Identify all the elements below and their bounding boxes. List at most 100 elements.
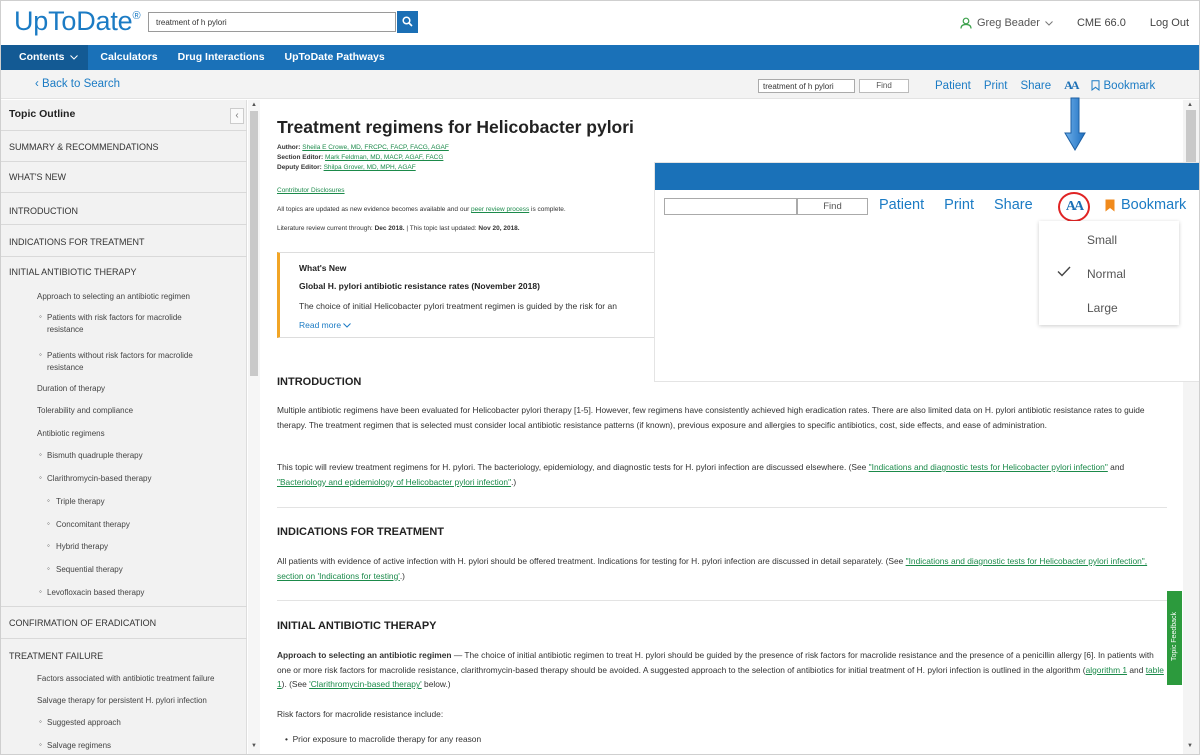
paragraph-text: This topic will review treatment regimen…	[277, 462, 869, 472]
outline-item[interactable]: Levofloxacin based therapy	[47, 587, 144, 598]
scroll-up-icon[interactable]: ▲	[251, 102, 257, 108]
topic-actions: Patient Print Share AA Bookmark	[935, 78, 1155, 93]
share-link[interactable]: Share	[1020, 80, 1051, 92]
find-button[interactable]: Find	[797, 198, 868, 215]
paragraph-text: below.)	[421, 679, 451, 690]
font-size-icon[interactable]: AA	[1064, 78, 1079, 93]
section-editor-link[interactable]: Mark Feldman, MD, MACP, AGAF, FACG	[325, 154, 443, 161]
paragraph-text: All patients with evidence of active inf…	[277, 556, 906, 566]
find-in-topic-input[interactable]	[664, 198, 797, 215]
topic-outline-sidebar: Topic Outline ‹ SUMMARY & RECOMMENDATION…	[1, 100, 247, 754]
clarithromycin-link[interactable]: 'Clarithromycin-based therapy'	[309, 679, 422, 689]
outline-whats-new[interactable]: WHAT'S NEW	[1, 172, 247, 182]
search-input[interactable]	[148, 12, 396, 32]
outline-item[interactable]: Sequential therapy	[56, 564, 123, 575]
outline-item[interactable]: Duration of therapy	[37, 383, 105, 394]
initial-therapy-heading: INITIAL ANTIBIOTIC THERAPY	[277, 620, 437, 632]
outline-item[interactable]: Clarithromycin-based therapy	[47, 473, 152, 484]
outline-item[interactable]: Approach to selecting an antibiotic regi…	[37, 291, 190, 302]
back-to-search-link[interactable]: ‹ Back to Search	[35, 78, 120, 90]
print-link[interactable]: Print	[984, 80, 1008, 92]
bacteriology-link[interactable]: "Bacteriology and epidemiology of Helico…	[277, 477, 511, 487]
outline-item-cont[interactable]: resistance	[47, 324, 83, 335]
nav-contents-label: Contents	[19, 51, 65, 63]
subsection-title: Approach to selecting an antibiotic regi…	[277, 650, 452, 660]
bullet: ◦	[39, 587, 42, 596]
indications-paragraph: All patients with evidence of active inf…	[277, 554, 1167, 583]
disclosures-link[interactable]: Contributor Disclosures	[277, 187, 345, 194]
paragraph-text: .)	[511, 476, 517, 487]
patient-link[interactable]: Patient	[879, 197, 924, 213]
outline-summary[interactable]: SUMMARY & RECOMMENDATIONS	[1, 142, 247, 152]
scroll-down-icon[interactable]: ▼	[251, 743, 257, 749]
outline-confirmation[interactable]: CONFIRMATION OF ERADICATION	[1, 618, 247, 628]
outline-item[interactable]: Tolerability and compliance	[37, 405, 133, 416]
outline-indications[interactable]: INDICATIONS FOR TREATMENT	[1, 237, 247, 247]
indications-heading: INDICATIONS FOR TREATMENT	[277, 526, 445, 538]
nav-drug-interactions[interactable]: Drug Interactions	[168, 45, 275, 70]
user-menu[interactable]: Greg Beader	[960, 17, 1053, 29]
uptodate-logo[interactable]: UpToDate®	[14, 6, 141, 37]
deputy-editor-link[interactable]: Shilpa Grover, MD, MPH, AGAF	[324, 164, 416, 171]
outline-introduction[interactable]: INTRODUCTION	[1, 206, 247, 216]
search-icon	[402, 16, 413, 27]
bullet: ◦	[47, 496, 50, 505]
font-size-small[interactable]: Small	[1087, 233, 1117, 247]
patient-link[interactable]: Patient	[935, 80, 971, 92]
font-size-large[interactable]: Large	[1087, 301, 1118, 315]
print-link[interactable]: Print	[944, 197, 974, 213]
nav-contents[interactable]: Contents	[1, 45, 89, 70]
outline-item[interactable]: Triple therapy	[56, 496, 105, 507]
section-editor-label: Section Editor:	[277, 154, 324, 161]
bookmark-link[interactable]: Bookmark	[1091, 80, 1155, 92]
share-link[interactable]: Share	[994, 197, 1033, 213]
divider	[1, 161, 247, 162]
outline-item[interactable]: Salvage regimens	[47, 740, 111, 751]
read-more-link[interactable]: Read more	[299, 320, 352, 330]
algorithm-link[interactable]: algorithm 1	[1086, 665, 1127, 675]
indications-link[interactable]: "Indications and diagnostic tests for He…	[869, 462, 1108, 472]
nav-calculators[interactable]: Calculators	[88, 45, 167, 70]
collapse-outline-button[interactable]: ‹	[230, 108, 244, 124]
scroll-up-icon[interactable]: ▲	[1187, 102, 1193, 108]
outline-item[interactable]: Factors associated with antibiotic treat…	[37, 673, 214, 684]
outline-treatment-failure[interactable]: TREATMENT FAILURE	[1, 651, 247, 661]
find-button[interactable]: Find	[859, 79, 909, 93]
bookmark-link[interactable]: Bookmark	[1105, 197, 1186, 213]
outline-initial-therapy[interactable]: INITIAL ANTIBIOTIC THERAPY	[1, 267, 247, 277]
outline-item[interactable]: Hybrid therapy	[56, 541, 108, 552]
topic-feedback-tab[interactable]: Topic Feedback	[1167, 591, 1182, 685]
nav-pathways[interactable]: UpToDate Pathways	[275, 45, 395, 70]
checkmark-icon	[1057, 266, 1071, 277]
peer-review-link[interactable]: peer review process	[471, 206, 529, 213]
logout-link[interactable]: Log Out	[1150, 17, 1189, 29]
search-button[interactable]	[397, 11, 418, 33]
last-updated-date: Nov 20, 2018.	[478, 225, 520, 232]
topic-feedback-label: Topic Feedback	[1171, 611, 1178, 661]
outline-item[interactable]: Patients with risk factors for macrolide	[47, 312, 182, 323]
whats-new-box: What's New Global H. pylori antibiotic r…	[277, 252, 657, 338]
bullet: ◦	[47, 519, 50, 528]
scroll-down-icon[interactable]: ▼	[1187, 743, 1193, 749]
font-size-icon: AA	[1065, 199, 1084, 214]
divider	[1, 130, 247, 131]
bullet: ◦	[39, 717, 42, 726]
outline-item[interactable]: Concomitant therapy	[56, 519, 130, 530]
author-label: Author:	[277, 144, 301, 151]
outline-item[interactable]: Bismuth quadruple therapy	[47, 450, 143, 461]
outline-item[interactable]: Suggested approach	[47, 717, 121, 728]
paragraph-text: .)	[399, 570, 405, 581]
outline-item[interactable]: Antibiotic regimens	[37, 428, 105, 439]
callout-nav-bar	[655, 163, 1199, 190]
outline-item[interactable]: Salvage therapy for persistent H. pylori…	[37, 695, 207, 706]
outline-item-cont[interactable]: resistance	[47, 362, 83, 373]
main-nav: Contents Calculators Drug Interactions U…	[1, 45, 1199, 70]
cme-link[interactable]: CME 66.0	[1077, 17, 1126, 29]
outline-item[interactable]: Patients without risk factors for macrol…	[47, 350, 193, 361]
sidebar-scroll-thumb[interactable]	[250, 111, 258, 376]
author-link[interactable]: Sheila E Crowe, MD, FRCPC, FACP, FACG, A…	[302, 144, 449, 151]
font-size-button-highlighted[interactable]: AA	[1058, 192, 1090, 222]
font-size-normal[interactable]: Normal	[1087, 267, 1126, 281]
user-area: Greg Beader CME 66.0 Log Out	[960, 17, 1189, 29]
find-in-topic-input[interactable]	[758, 79, 855, 93]
